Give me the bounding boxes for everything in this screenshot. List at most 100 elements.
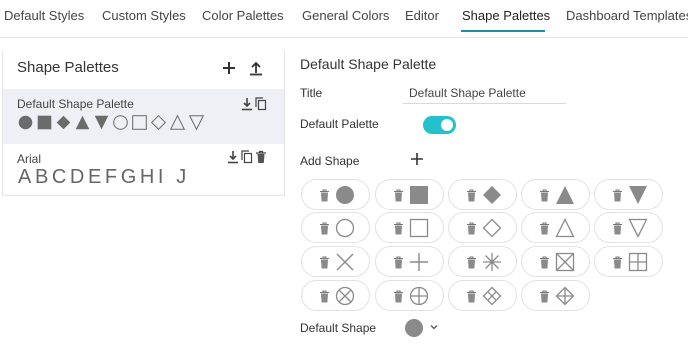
shape-item[interactable] [521, 246, 590, 277]
trash-icon[interactable] [255, 150, 267, 164]
shape-item[interactable] [375, 246, 444, 277]
trash-icon[interactable] [393, 189, 404, 202]
trash-icon[interactable] [319, 290, 330, 303]
trash-icon[interactable] [393, 290, 404, 303]
tab-shape-palettes[interactable]: Shape Palettes [462, 8, 550, 23]
circled-x-icon [335, 286, 355, 306]
toggle-knob [441, 119, 453, 131]
upload-icon[interactable] [248, 60, 264, 76]
title-input[interactable] [403, 82, 566, 104]
square-icon [409, 218, 429, 238]
trash-icon[interactable] [466, 189, 477, 202]
default-shape-selector[interactable] [404, 318, 424, 338]
shape-item[interactable] [448, 246, 517, 277]
filled-triangle-up-icon [75, 115, 90, 130]
active-tab-indicator [461, 30, 545, 32]
editor-title: Default Shape Palette [300, 56, 437, 72]
shape-item[interactable] [594, 212, 663, 243]
trash-icon[interactable] [466, 222, 477, 235]
trash-icon[interactable] [319, 256, 330, 269]
circle-icon [335, 218, 355, 238]
shape-item[interactable] [375, 179, 444, 210]
shape-item[interactable] [594, 246, 663, 277]
trash-icon[interactable] [612, 189, 623, 202]
palette-row-actions [227, 150, 267, 164]
copy-icon[interactable] [241, 150, 253, 164]
tab-editor[interactable]: Editor [405, 8, 439, 23]
palette-list-title: Shape Palettes [17, 59, 119, 76]
shape-item[interactable] [448, 179, 517, 210]
trash-icon[interactable] [612, 222, 623, 235]
trash-icon[interactable] [393, 256, 404, 269]
tab-custom-styles[interactable]: Custom Styles [102, 8, 186, 23]
trash-icon[interactable] [466, 256, 477, 269]
default-palette-label: Default Palette [300, 117, 379, 131]
shape-item[interactable] [521, 212, 590, 243]
circle-icon [113, 115, 128, 130]
boxed-diamond-x-icon [482, 286, 502, 306]
filled-triangle-down-icon [94, 115, 109, 130]
plus-icon [410, 253, 428, 271]
download-icon[interactable] [227, 150, 239, 164]
filled-square-icon [410, 186, 428, 204]
shape-item[interactable] [301, 280, 370, 311]
trash-icon[interactable] [539, 290, 550, 303]
cross-x-icon [336, 253, 354, 271]
triangle-down-icon [188, 115, 205, 131]
default-palette-toggle[interactable] [423, 116, 456, 134]
boxed-x-icon [555, 252, 575, 272]
filled-diamond-icon [56, 115, 71, 130]
default-shape-label: Default Shape [300, 321, 377, 335]
chevron-down-icon[interactable] [429, 323, 439, 331]
download-icon[interactable] [241, 97, 253, 111]
shape-item[interactable] [301, 179, 370, 210]
palette-name: Arial [17, 152, 42, 166]
palette-row-actions [241, 97, 267, 111]
trash-icon[interactable] [319, 189, 330, 202]
arial-palette-preview: ABCDEFGHI J [18, 166, 190, 188]
diamond-icon [150, 114, 167, 131]
shape-item[interactable] [448, 280, 517, 311]
boxed-plus-icon [628, 252, 648, 272]
filled-square-icon [37, 115, 52, 130]
filled-triangle-down-icon [629, 186, 647, 204]
add-palette-icon[interactable] [221, 60, 237, 76]
tab-bar: Default Styles Custom Styles Color Palet… [0, 0, 688, 38]
shape-item[interactable] [448, 212, 517, 243]
add-shape-label: Add Shape [300, 154, 360, 168]
copy-icon[interactable] [255, 97, 267, 111]
shape-item[interactable] [375, 212, 444, 243]
diamond-plus-icon [555, 286, 575, 306]
circled-plus-icon [409, 286, 429, 306]
add-shape-icon[interactable] [410, 152, 424, 166]
tab-dashboard-templates[interactable]: Dashboard Templates [566, 8, 688, 23]
shape-item[interactable] [594, 179, 663, 210]
tab-general-colors[interactable]: General Colors [302, 8, 389, 23]
trash-icon[interactable] [539, 222, 550, 235]
shape-item[interactable] [375, 280, 444, 311]
tab-default-styles[interactable]: Default Styles [4, 8, 84, 23]
asterisk-icon [483, 253, 501, 271]
trash-icon[interactable] [319, 222, 330, 235]
trash-icon[interactable] [466, 290, 477, 303]
filled-triangle-up-icon [556, 186, 574, 204]
triangle-up-icon [555, 218, 575, 238]
triangle-up-icon [169, 114, 186, 130]
filled-diamond-icon [483, 186, 501, 204]
trash-icon[interactable] [539, 256, 550, 269]
diamond-icon [482, 218, 502, 238]
default-palette-shape-preview [17, 114, 205, 132]
shape-item[interactable] [521, 179, 590, 210]
trash-icon[interactable] [612, 256, 623, 269]
square-icon [132, 115, 147, 130]
tab-color-palettes[interactable]: Color Palettes [202, 8, 284, 23]
trash-icon[interactable] [393, 222, 404, 235]
shape-item[interactable] [301, 212, 370, 243]
trash-icon[interactable] [539, 189, 550, 202]
filled-circle-icon [336, 186, 354, 204]
shape-item[interactable] [301, 246, 370, 277]
shape-item[interactable] [521, 280, 590, 311]
filled-circle-icon [18, 115, 33, 130]
title-label: Title [300, 86, 323, 100]
palette-name: Default Shape Palette [17, 97, 134, 111]
